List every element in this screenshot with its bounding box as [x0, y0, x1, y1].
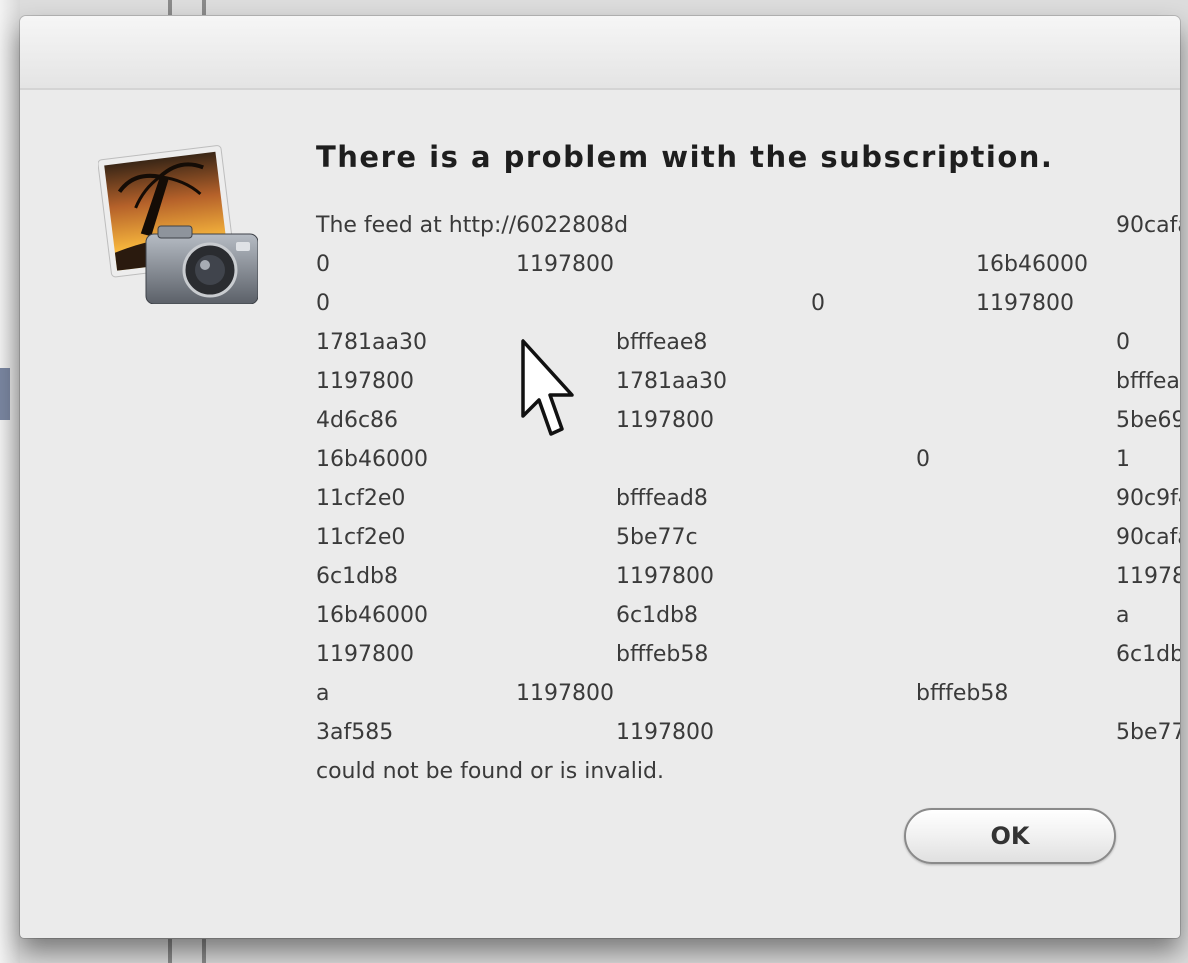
- message-value: 1197800: [976, 291, 1074, 316]
- subscription-error-dialog: There is a problem with the subscription…: [20, 16, 1180, 938]
- message-value: 0: [316, 291, 330, 316]
- message-value: 1197800: [1116, 564, 1180, 589]
- message-value: 16b46000: [316, 447, 428, 472]
- message-value: 1197800: [516, 252, 614, 277]
- ok-button[interactable]: OK: [904, 808, 1116, 864]
- message-value: 16b46000: [316, 603, 428, 628]
- dialog-title: There is a problem with the subscription…: [316, 140, 1054, 174]
- message-value: The feed at http://6022808d: [316, 213, 629, 238]
- message-value: 1197800: [316, 369, 414, 394]
- message-value: 1197800: [616, 720, 714, 745]
- message-value: bfffead8: [616, 486, 708, 511]
- message-value: 11cf2e0: [316, 525, 406, 550]
- iphoto-camera-icon: [98, 145, 258, 304]
- message-value: 5be77c: [616, 525, 698, 550]
- message-value: 1: [1116, 447, 1130, 472]
- message-value: 1197800: [616, 408, 714, 433]
- message-value: bfffeae8: [1116, 369, 1180, 394]
- message-value: 6c1db8: [316, 564, 399, 589]
- dialog-titlebar: [20, 16, 1180, 90]
- message-value: 4d6c86: [316, 408, 399, 433]
- message-value: 6c1db8: [1116, 642, 1180, 667]
- background-window-edge: [0, 0, 20, 963]
- message-value: could not be found or is invalid.: [316, 759, 664, 784]
- message-value: 1781aa30: [316, 330, 427, 355]
- message-value: 5be77c: [1116, 720, 1180, 745]
- message-value: bfffeb58: [616, 642, 709, 667]
- message-value: 90cafaa0: [1116, 213, 1180, 238]
- message-value: bfffeb58: [916, 681, 1009, 706]
- message-value: 0: [1116, 330, 1130, 355]
- message-value: 0: [916, 447, 930, 472]
- message-value: 11cf2e0: [316, 486, 406, 511]
- message-value: 16b46000: [976, 252, 1088, 277]
- message-value: 90c9f4e3: [1116, 486, 1180, 511]
- message-value: 1197800: [516, 681, 614, 706]
- message-value: a: [1116, 603, 1130, 628]
- message-value: 1781aa30: [616, 369, 727, 394]
- message-value: a: [316, 681, 330, 706]
- message-value: 6c1db8: [616, 603, 699, 628]
- mouse-pointer-icon: [521, 339, 574, 436]
- message-value: 3af585: [316, 720, 394, 745]
- message-value: 90cafaa0: [1116, 525, 1180, 550]
- background-scroll-marker: [0, 368, 10, 420]
- message-value: 0: [316, 252, 330, 277]
- message-value: 0: [811, 291, 825, 316]
- message-value: 1197800: [616, 564, 714, 589]
- message-value: 5be698: [1116, 408, 1180, 433]
- message-value: 1197800: [316, 642, 414, 667]
- message-value: bfffeae8: [616, 330, 708, 355]
